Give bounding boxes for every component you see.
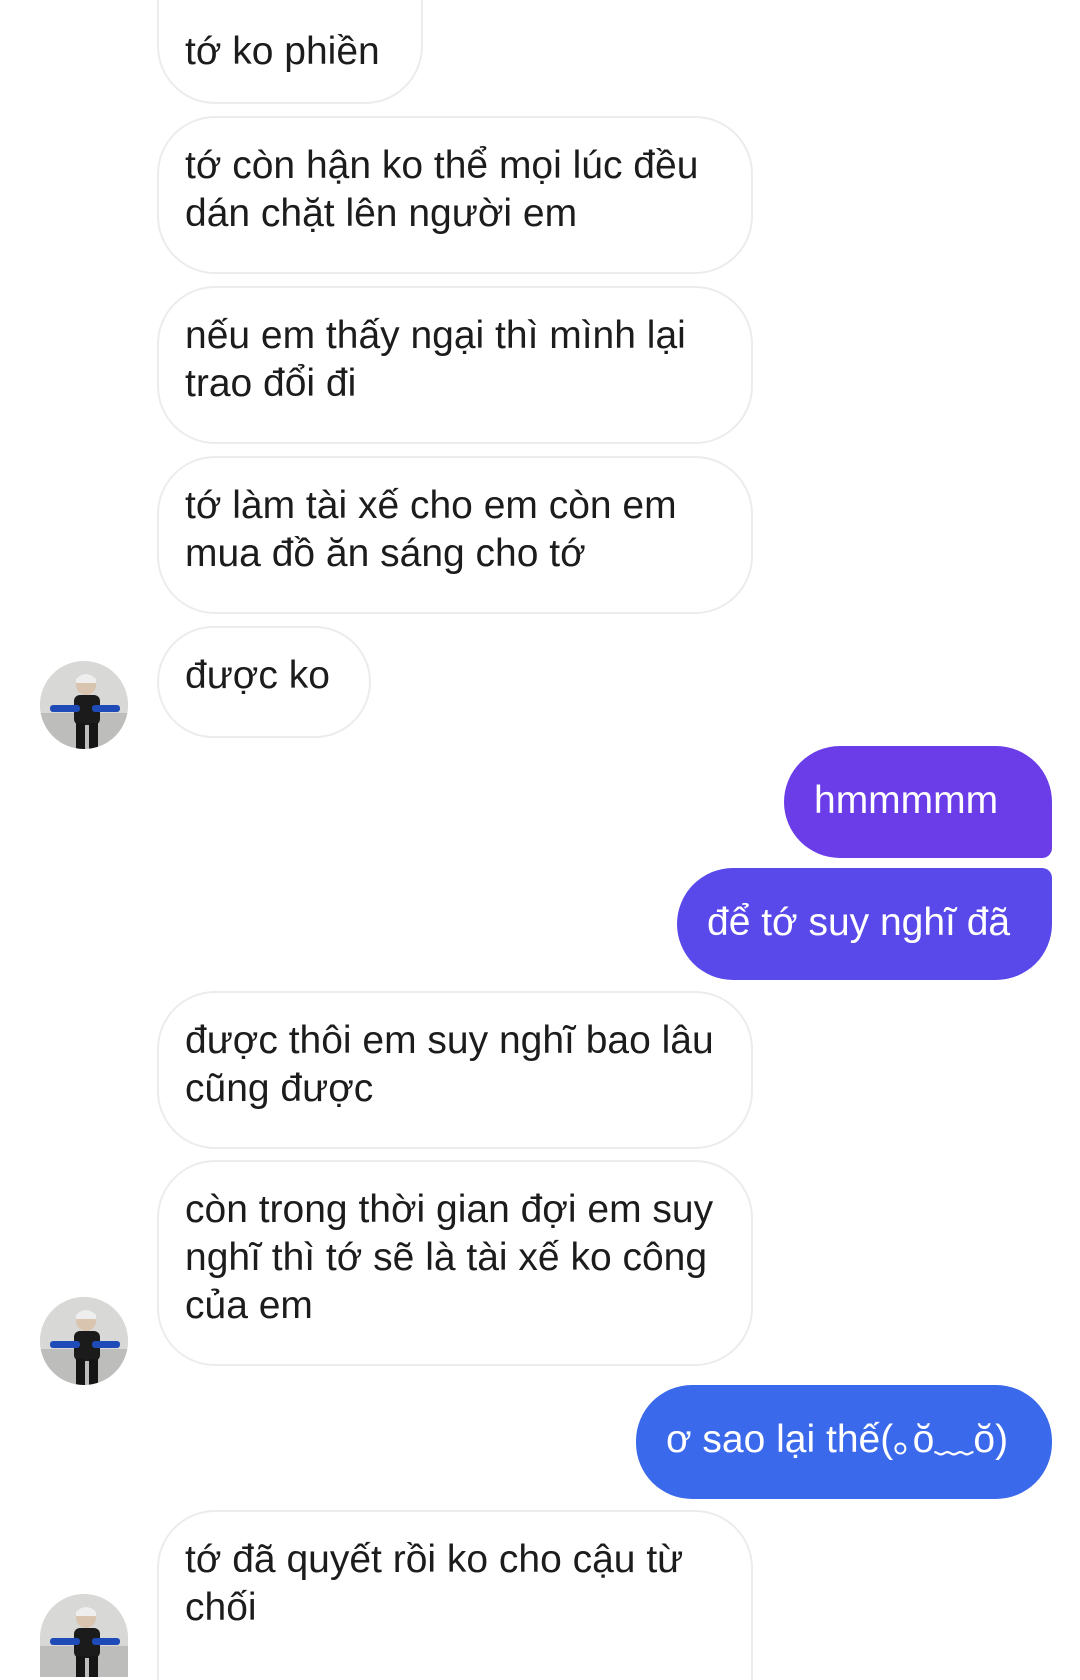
incoming-message-bubble[interactable]: tớ còn hận ko thể mọi lúc đều dán chặt l… xyxy=(157,116,753,274)
incoming-message-bubble[interactable]: nếu em thấy ngại thì mình lại trao đổi đ… xyxy=(157,286,753,444)
incoming-message-bubble[interactable]: tớ đã quyết rồi ko cho cậu từ chối xyxy=(157,1510,753,1680)
person-photo-icon xyxy=(40,1594,128,1677)
outgoing-message-bubble[interactable]: ơ sao lại thế(｡ŏ﹏ŏ) xyxy=(636,1385,1052,1499)
incoming-message-bubble[interactable]: được thôi em suy nghĩ bao lâu cũng được xyxy=(157,991,753,1149)
person-photo-icon xyxy=(40,1297,128,1385)
outgoing-message-bubble[interactable]: để tớ suy nghĩ đã xyxy=(677,868,1052,980)
incoming-message-bubble[interactable]: còn trong thời gian đợi em suy nghĩ thì … xyxy=(157,1160,753,1366)
contact-avatar-icon[interactable] xyxy=(40,661,128,749)
contact-avatar-icon[interactable] xyxy=(40,1594,128,1677)
incoming-message-bubble[interactable]: được ko xyxy=(157,626,371,738)
person-photo-icon xyxy=(40,661,128,749)
message-thread: tớ ko phiền tớ còn hận ko thể mọi lúc đề… xyxy=(0,0,1080,1680)
contact-avatar-icon[interactable] xyxy=(40,1297,128,1385)
incoming-message-bubble[interactable]: tớ ko phiền xyxy=(157,0,423,104)
outgoing-message-bubble[interactable]: hmmmmm xyxy=(784,746,1052,858)
incoming-message-bubble[interactable]: tớ làm tài xế cho em còn em mua đồ ăn sá… xyxy=(157,456,753,614)
